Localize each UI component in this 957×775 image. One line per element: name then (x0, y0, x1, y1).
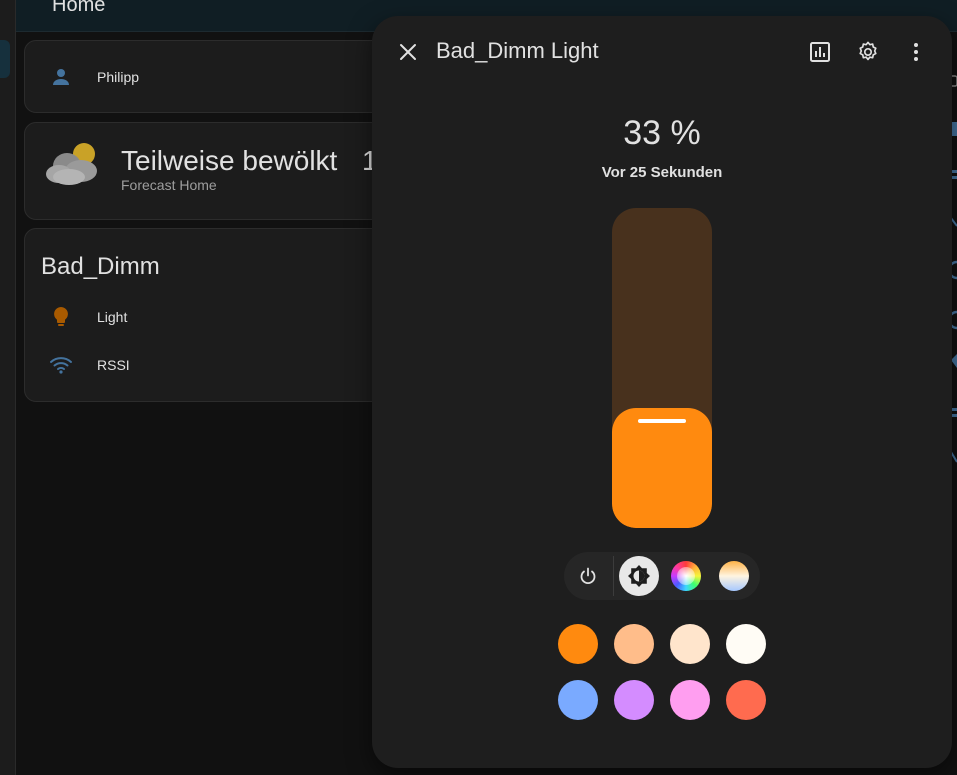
color-wheel-icon (671, 561, 701, 591)
partly-cloudy-icon (46, 143, 97, 185)
last-changed: Vor 25 Sekunden (601, 164, 723, 181)
favorite-color-swatch[interactable] (726, 624, 766, 664)
close-button[interactable] (392, 36, 424, 68)
favorite-color-swatch[interactable] (614, 680, 654, 720)
favorite-color-swatch[interactable] (558, 624, 598, 664)
person-name: Philipp (97, 69, 140, 85)
brightness-slider-fill (612, 408, 712, 528)
favorite-color-swatch[interactable] (558, 680, 598, 720)
more-options-button[interactable] (900, 36, 932, 68)
dialog-title: Bad_Dimm Light (436, 38, 599, 63)
color-mode-button[interactable] (666, 556, 706, 596)
more-info-dialog: Bad_Dimm Light 33 % Vor 25 Sekunden (372, 16, 952, 768)
account-icon (53, 69, 69, 85)
weather-subtitle: Forecast Home (121, 177, 217, 193)
person-card[interactable]: Philipp (24, 40, 404, 113)
brightness-mode-button[interactable] (619, 556, 659, 596)
favorite-color-swatch[interactable] (670, 624, 710, 664)
page: Home Philipp Teilweise bewölkt 1 Forecas… (0, 0, 957, 775)
toggle-power-button[interactable] (568, 556, 608, 596)
favorite-color-swatch[interactable] (670, 680, 710, 720)
weather-condition: Teilweise bewölkt (121, 145, 338, 176)
gear-icon (859, 41, 877, 61)
favorite-color-swatch[interactable] (614, 624, 654, 664)
dots-vertical-icon (914, 43, 918, 61)
settings-button[interactable] (852, 36, 884, 68)
brightness-slider[interactable] (612, 208, 712, 528)
wifi-icon (50, 357, 72, 374)
weather-card[interactable]: Teilweise bewölkt 1 Forecast Home (24, 122, 404, 220)
history-button[interactable] (804, 36, 836, 68)
mode-divider (613, 556, 614, 596)
entity-row-label: Light (97, 309, 128, 325)
device-card-title: Bad_Dimm (41, 253, 160, 280)
brightness-icon (628, 565, 650, 587)
device-card: Bad_Dimm Light RSSI (24, 228, 404, 402)
lightbulb-icon (54, 307, 68, 326)
page-title: Home (52, 0, 106, 16)
power-icon (580, 567, 596, 585)
brightness-slider-handle[interactable] (638, 419, 686, 423)
favorite-color-swatch[interactable] (726, 680, 766, 720)
control-mode-bar (564, 552, 760, 600)
color-temp-icon (719, 561, 749, 591)
sidebar (0, 0, 16, 775)
chart-box-icon (810, 42, 830, 62)
color-temp-mode-button[interactable] (714, 556, 754, 596)
brightness-value: 33 % (623, 114, 701, 152)
entity-row-label: RSSI (97, 357, 130, 373)
sidebar-selected-item[interactable] (0, 40, 10, 78)
close-icon (400, 44, 416, 60)
